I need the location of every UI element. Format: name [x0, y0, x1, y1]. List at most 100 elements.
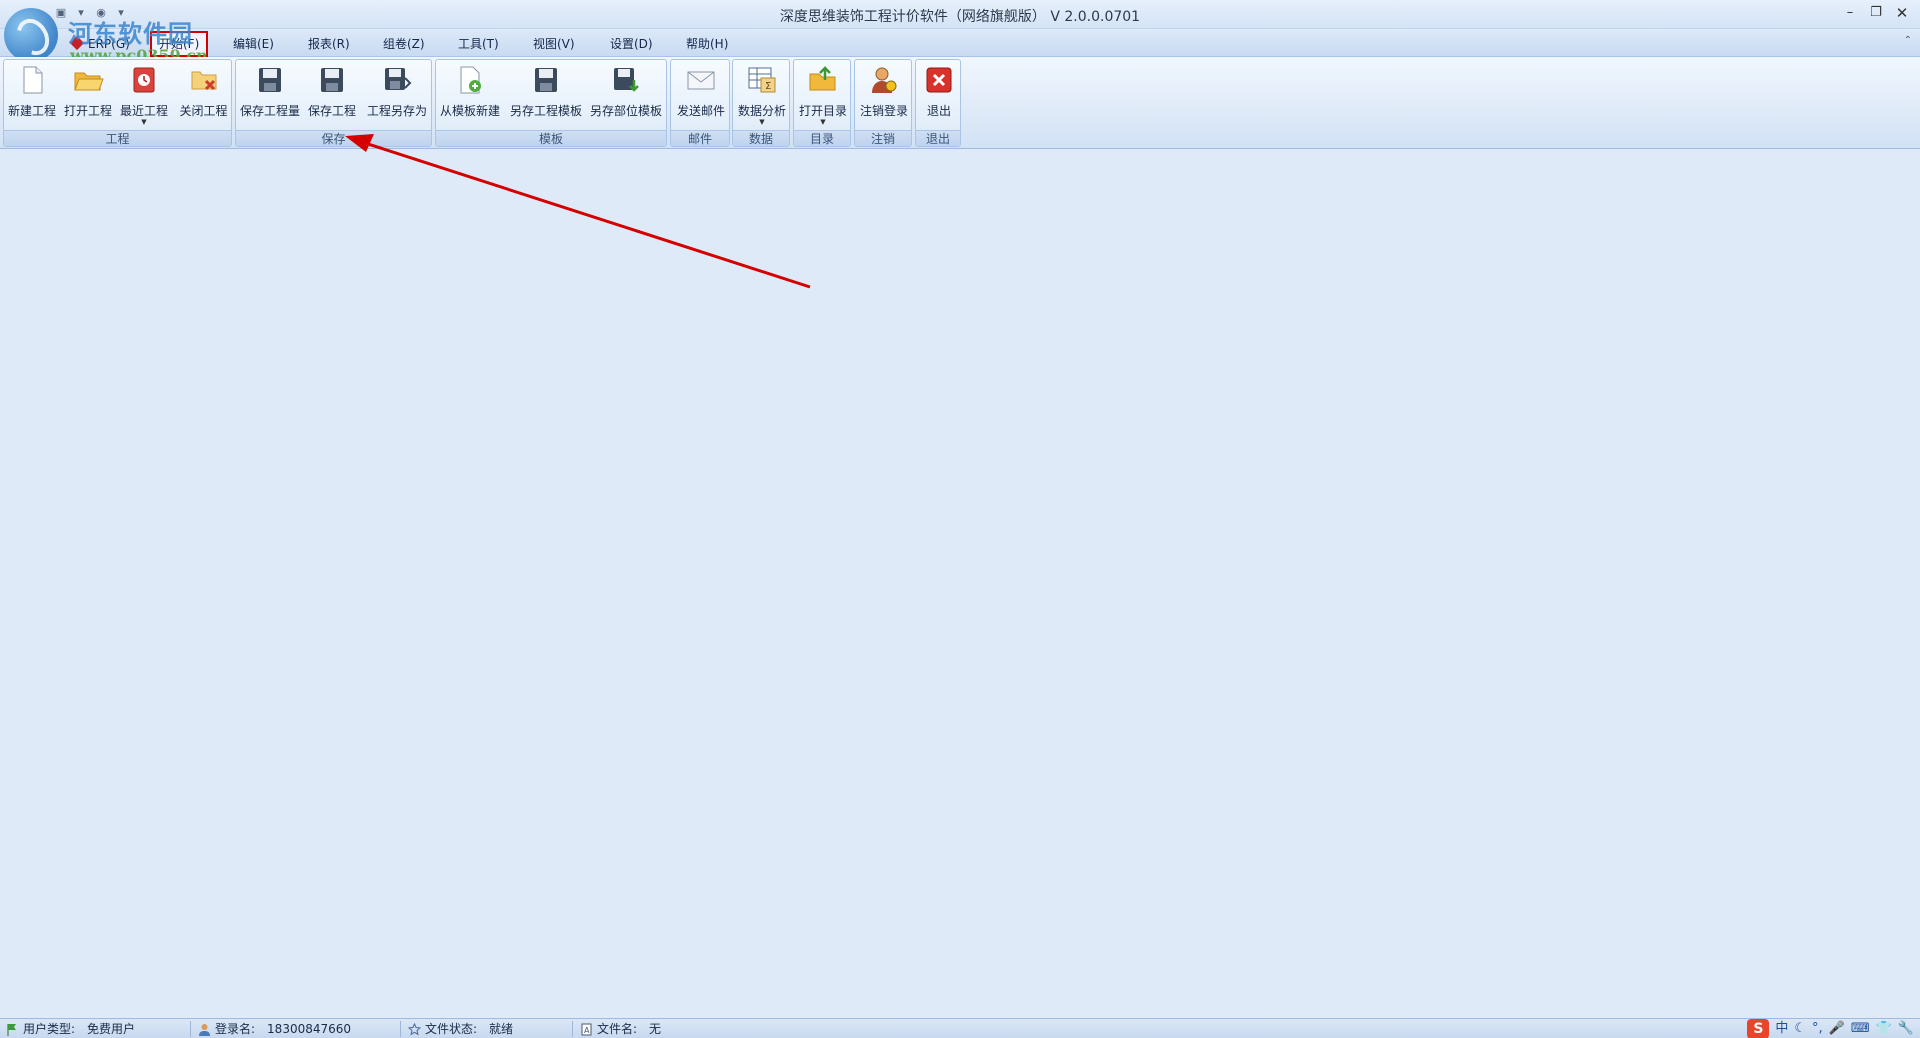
status-file-state: 文件状态: 就绪 — [408, 1021, 513, 1037]
menu-tools[interactable]: 工具(T) — [454, 35, 503, 53]
menu-view[interactable]: 视图(V) — [529, 35, 579, 53]
workspace-area[interactable] — [0, 150, 1920, 1018]
restore-button[interactable]: ❐ — [1866, 4, 1886, 22]
open-directory-button[interactable]: 打开目录 ▼ — [795, 62, 851, 128]
file-status-value: 就绪 — [489, 1022, 514, 1036]
save-as-label: 工程另存为 — [366, 104, 427, 118]
ribbon: 新建工程 打开工程 最近工程 ▼ 关闭工程 工程 保存工程量 保存工程 工程另存… — [0, 57, 1920, 149]
status-file-name: A 文件名: 无 — [580, 1021, 661, 1037]
user-type-value: 免费用户 — [87, 1022, 136, 1036]
logout-label: 注销登录 — [859, 104, 908, 118]
system-tray: S 中 ☾ °, 🎤 ⌨ 👕 🔧 — [1747, 1019, 1914, 1038]
punctuation-icon[interactable]: °, — [1812, 1019, 1823, 1038]
ribbon-group-label: 邮件 — [671, 130, 729, 146]
close-project-label: 关闭工程 — [179, 104, 228, 118]
exit-label: 退出 — [926, 104, 951, 118]
ribbon-group-mail: 发送邮件 邮件 — [670, 59, 730, 147]
status-bar: 用户类型: 免费用户 登录名: 18300847660 文件状态: 就绪 A 文… — [0, 1018, 1920, 1038]
new-from-template-button[interactable]: 从模板新建 — [438, 62, 502, 128]
moon-icon[interactable]: ☾ — [1794, 1019, 1806, 1038]
ime-language-icon[interactable]: 中 — [1775, 1019, 1788, 1038]
save-project-button[interactable]: 保存工程 — [304, 62, 360, 128]
open-directory-icon — [809, 66, 836, 91]
microphone-icon[interactable]: 🎤 — [1829, 1019, 1845, 1038]
file-name-value: 无 — [649, 1022, 662, 1036]
save-icon — [321, 68, 343, 92]
svg-text:Σ: Σ — [765, 81, 771, 92]
menu-volume[interactable]: 组卷(Z) — [379, 35, 429, 53]
data-analysis-icon: Σ — [748, 67, 776, 93]
close-project-button[interactable]: 关闭工程 — [176, 62, 231, 128]
open-folder-icon — [74, 72, 104, 91]
ribbon-group-project: 新建工程 打开工程 最近工程 ▼ 关闭工程 工程 — [3, 59, 232, 147]
login-label: 登录名: — [215, 1022, 256, 1036]
menu-report[interactable]: 报表(R) — [304, 35, 354, 53]
title-bar: ▣ ▾ ◉ ▾ 深度思维装饰工程计价软件（网络旗舰版） V 2.0.0.0701… — [0, 0, 1920, 29]
ribbon-group-template: 从模板新建 另存工程模板 另存部位模板 模板 — [435, 59, 667, 147]
new-from-template-icon — [460, 66, 481, 94]
ribbon-group-label: 注销 — [855, 130, 911, 146]
save-as-icon — [385, 68, 412, 90]
ribbon-group-label: 数据 — [733, 130, 789, 146]
save-as-button[interactable]: 工程另存为 — [364, 62, 430, 128]
close-project-icon — [191, 71, 216, 91]
recent-project-button[interactable]: 最近工程 ▼ — [118, 62, 170, 128]
wrench-icon[interactable]: 🔧 — [1898, 1019, 1914, 1038]
menu-help[interactable]: 帮助(H) — [682, 35, 732, 53]
status-login: 登录名: 18300847660 — [198, 1021, 351, 1037]
new-from-template-label: 从模板新建 — [439, 104, 500, 118]
chevron-down-icon: ▼ — [820, 118, 826, 126]
save-quantity-label: 保存工程量 — [239, 104, 300, 118]
ribbon-group-label: 退出 — [916, 130, 960, 146]
status-divider — [190, 1021, 191, 1037]
keyboard-icon[interactable]: ⌨ — [1851, 1019, 1870, 1038]
status-divider — [572, 1021, 573, 1037]
flag-icon — [7, 1023, 16, 1036]
save-quantity-button[interactable]: 保存工程量 — [238, 62, 302, 128]
file-status-label: 文件状态: — [425, 1022, 478, 1036]
svg-text:A: A — [584, 1026, 590, 1035]
exit-button[interactable]: 退出 — [917, 62, 961, 128]
save-project-template-button[interactable]: 另存工程模板 — [506, 62, 586, 128]
send-mail-button[interactable]: 发送邮件 — [673, 62, 729, 128]
chevron-down-icon: ▼ — [759, 118, 765, 126]
save-part-template-button[interactable]: 另存部位模板 — [586, 62, 666, 128]
new-project-label: 新建工程 — [7, 104, 56, 118]
minimize-button[interactable]: – — [1840, 4, 1860, 22]
sogou-ime-icon[interactable]: S — [1747, 1019, 1770, 1038]
save-quantity-icon — [259, 68, 281, 92]
open-project-button[interactable]: 打开工程 — [62, 62, 114, 128]
login-value: 18300847660 — [267, 1022, 352, 1036]
new-document-icon — [23, 66, 43, 94]
open-directory-label: 打开目录 — [798, 104, 847, 118]
close-button[interactable]: ✕ — [1892, 4, 1912, 22]
status-divider — [400, 1021, 401, 1037]
open-project-label: 打开工程 — [63, 104, 112, 118]
new-project-button[interactable]: 新建工程 — [6, 62, 58, 128]
logout-button[interactable]: 注销登录 — [856, 62, 912, 128]
ribbon-collapse-icon[interactable]: ⌃ — [1904, 35, 1912, 46]
ribbon-group-label: 保存 — [236, 130, 431, 146]
ribbon-group-label: 工程 — [4, 130, 231, 146]
save-project-template-label: 另存工程模板 — [509, 104, 582, 118]
file-icon: A — [581, 1023, 592, 1035]
save-part-template-label: 另存部位模板 — [589, 104, 662, 118]
logout-user-icon — [872, 67, 897, 93]
watermark-name: 河东软件园 — [68, 19, 193, 48]
watermark-logo-icon — [4, 8, 58, 62]
ribbon-group-label: 模板 — [436, 130, 666, 146]
ribbon-group-logout: 注销登录 注销 — [854, 59, 912, 147]
ribbon-group-data: Σ 数据分析 ▼ 数据 — [732, 59, 790, 147]
data-analysis-button[interactable]: Σ 数据分析 ▼ — [734, 62, 790, 128]
menu-edit[interactable]: 编辑(E) — [229, 35, 278, 53]
ribbon-group-label: 目录 — [794, 130, 850, 146]
skin-icon[interactable]: 👕 — [1876, 1019, 1892, 1038]
menu-settings[interactable]: 设置(D) — [606, 35, 657, 53]
exit-icon — [926, 67, 952, 93]
data-analysis-label: 数据分析 — [737, 104, 786, 118]
star-icon — [408, 1022, 421, 1035]
menu-bar: ERP(G) 开始(F) 编辑(E) 报表(R) 组卷(Z) 工具(T) 视图(… — [0, 30, 1920, 57]
file-name-label: 文件名: — [597, 1022, 638, 1036]
ribbon-group-save: 保存工程量 保存工程 工程另存为 保存 — [235, 59, 432, 147]
save-part-template-icon — [614, 68, 639, 92]
